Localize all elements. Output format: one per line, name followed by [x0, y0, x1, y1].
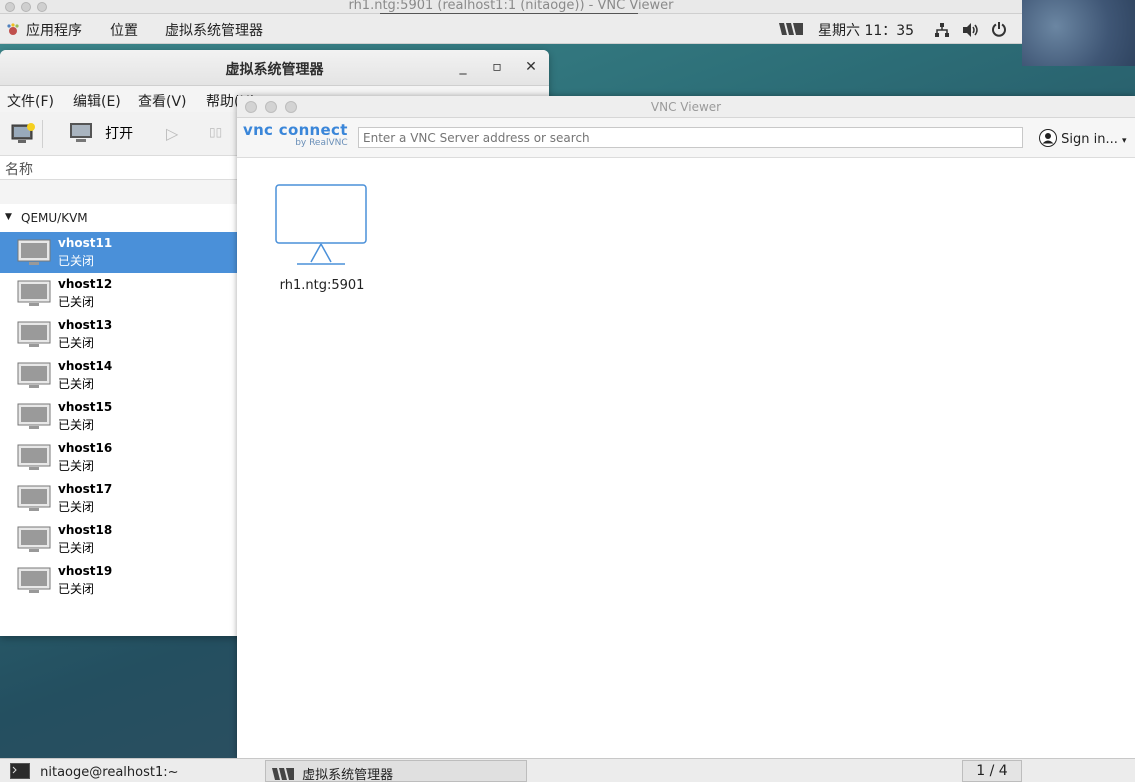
minimize-button[interactable]: _ [455, 59, 471, 75]
server-search-input[interactable] [358, 127, 1023, 148]
vm-monitor-icon [17, 444, 51, 470]
places-menu[interactable]: 位置 [110, 20, 138, 40]
applications-label: 应用程序 [26, 23, 82, 39]
bottom-taskbar: nitaoge@realhost1:~ 虚拟系统管理器 1 / 4 [0, 758, 1135, 782]
vm-name: vhost17 [58, 482, 113, 496]
active-app-menu[interactable]: 虚拟系统管理器 [165, 20, 263, 40]
vm-name: vhost16 [58, 441, 113, 455]
top-panel: 应用程序 位置 虚拟系统管理器 星期六 11：35 [0, 14, 1022, 44]
new-vm-icon [11, 123, 35, 143]
sign-in-label: Sign in... [1061, 132, 1118, 147]
terminal-icon [10, 763, 30, 779]
vm-name: vhost14 [58, 359, 113, 373]
outer-window-title: rh1.ntg:5901 (realhost1:1 (nitaoge)) - V… [348, 0, 674, 13]
open-label: 打开 [105, 126, 134, 142]
toolbar-separator [42, 120, 43, 148]
vm-state: 已关闭 [58, 459, 95, 473]
virt-manager-task-label: 虚拟系统管理器 [302, 768, 394, 782]
clock[interactable]: 星期六 11：35 [818, 20, 914, 40]
logo-sub: by RealVNC [295, 138, 348, 148]
vm-monitor-icon [17, 321, 51, 347]
user-icon [1039, 129, 1057, 147]
virt-manager-task-icon [272, 768, 294, 780]
volume-icon[interactable] [962, 22, 980, 42]
gnome-foot-icon [7, 23, 19, 35]
open-button[interactable]: 打开 [69, 122, 133, 144]
outer-window-titlebar: rh1.ntg:5901 (realhost1:1 (nitaoge)) - V… [0, 0, 1022, 16]
vm-state: 已关闭 [58, 418, 95, 432]
vnc-titlebar: VNC Viewer [237, 96, 1135, 118]
power-icon[interactable] [991, 21, 1007, 41]
vm-state: 已关闭 [58, 582, 95, 596]
vm-monitor-icon [17, 567, 51, 593]
vnc-connect-logo: vnc connect by RealVNC [243, 123, 348, 148]
vm-state: 已关闭 [58, 500, 95, 514]
new-vm-button[interactable] [11, 122, 37, 150]
monitor-icon [70, 123, 92, 142]
vm-monitor-icon [17, 526, 51, 552]
menu-file[interactable]: 文件(F) [7, 91, 54, 111]
vm-monitor-icon [17, 239, 51, 265]
vnc-toolbar: vnc connect by RealVNC Sign in... ▾ [237, 118, 1135, 158]
vm-state: 已关闭 [58, 336, 95, 350]
vm-state: 已关闭 [58, 295, 95, 309]
virt-manager-titlebar: 虚拟系统管理器 _ ▫ ✕ [0, 50, 549, 86]
task-terminal[interactable]: nitaoge@realhost1:~ [4, 760, 185, 782]
vm-monitor-icon [17, 403, 51, 429]
terminal-task-label: nitaoge@realhost1:~ [40, 765, 179, 780]
column-name-label: 名称 [5, 162, 33, 178]
vnc-title: VNC Viewer [650, 100, 722, 114]
logo-main: vnc connect [243, 121, 348, 139]
menu-view[interactable]: 查看(V) [138, 91, 187, 111]
desktop-background [1022, 0, 1135, 66]
vm-state: 已关闭 [58, 254, 95, 268]
computer-monitor-icon [275, 184, 367, 265]
task-virt-manager[interactable]: 虚拟系统管理器 [265, 760, 527, 782]
vm-name: vhost11 [58, 236, 113, 250]
vm-name: vhost12 [58, 277, 113, 291]
address-book: rh1.ntg:5901 [237, 158, 1135, 756]
connection-label: QEMU/KVM [21, 211, 88, 225]
vm-name: vhost18 [58, 523, 113, 537]
applications-menu[interactable]: 应用程序 [6, 20, 82, 40]
workspace-pager[interactable]: 1 / 4 [962, 760, 1022, 782]
pause-icon[interactable]: ▯▯ [209, 125, 222, 139]
virt-manager-tray-icon [779, 23, 803, 39]
sign-in-button[interactable]: Sign in... ▾ [1039, 129, 1127, 147]
vm-monitor-icon [17, 485, 51, 511]
vm-monitor-icon [17, 280, 51, 306]
close-button[interactable]: ✕ [523, 59, 539, 75]
maximize-button[interactable]: ▫ [489, 59, 505, 75]
run-icon[interactable]: ▷ [166, 124, 178, 143]
vnc-viewer-window: VNC Viewer vnc connect by RealVNC Sign i… [237, 96, 1135, 758]
vm-name: vhost19 [58, 564, 113, 578]
vm-monitor-icon [17, 362, 51, 388]
vm-state: 已关闭 [58, 377, 95, 391]
vm-name: vhost13 [58, 318, 113, 332]
vm-state: 已关闭 [58, 541, 95, 555]
network-icon[interactable] [934, 22, 950, 42]
expand-arrow-icon[interactable]: ▼ [5, 212, 12, 222]
connection-label[interactable]: rh1.ntg:5901 [259, 278, 385, 293]
dropdown-arrow-icon: ▾ [1122, 136, 1127, 146]
menu-edit[interactable]: 编辑(E) [73, 91, 121, 111]
connection-tile[interactable] [275, 184, 369, 270]
vm-name: vhost15 [58, 400, 113, 414]
